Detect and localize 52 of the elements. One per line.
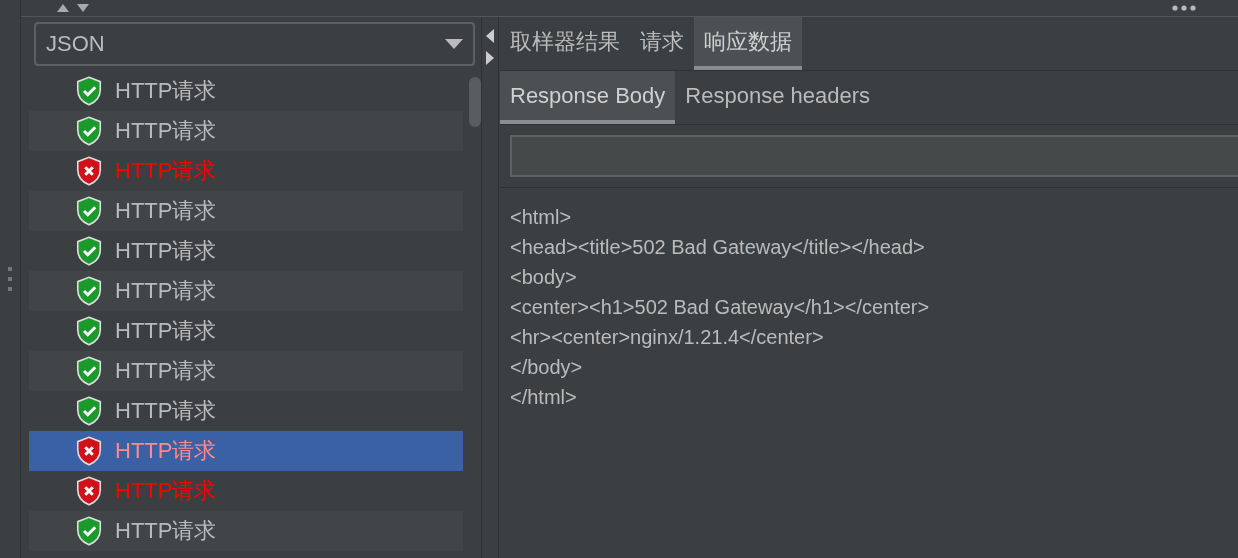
response-body: <html> <head><title>502 Bad Gateway</title></head> <body> <center><h1>502 Bad Gateway</h1></center> <hr><center>nginx/1.21.4</center> </body> </html>: [509, 205, 931, 410]
result-label: HTTP请求: [115, 517, 217, 545]
subtab[interactable]: Response headers: [675, 71, 880, 124]
result-label: HTTP请求: [115, 77, 217, 105]
shield-x-icon: [75, 156, 103, 186]
shield-check-icon: [75, 76, 103, 106]
result-label: HTTP请求: [115, 237, 217, 265]
arrow-left-icon[interactable]: [486, 29, 494, 43]
tab[interactable]: 取样器结果: [500, 17, 630, 70]
arrow-down-icon[interactable]: [77, 4, 89, 12]
result-label: HTTP请求: [115, 477, 217, 505]
result-row[interactable]: HTTP请求: [29, 471, 463, 511]
tab[interactable]: 请求: [630, 17, 694, 70]
arrow-up-icon[interactable]: [57, 4, 69, 12]
shield-check-icon: [75, 116, 103, 146]
result-label: HTTP请求: [115, 277, 217, 305]
grip-icon[interactable]: [8, 267, 12, 291]
result-label: HTTP请求: [115, 117, 217, 145]
shield-x-icon: [75, 436, 103, 466]
shield-check-icon: [75, 396, 103, 426]
result-row[interactable]: HTTP请求: [29, 151, 463, 191]
subtab[interactable]: Response Body: [500, 71, 676, 124]
shield-check-icon: [75, 316, 103, 346]
shield-x-icon: [75, 476, 103, 506]
shield-check-icon: [75, 356, 103, 386]
shield-check-icon: [75, 196, 103, 226]
search-field[interactable]: [510, 135, 1238, 177]
result-row[interactable]: HTTP请求: [29, 111, 463, 151]
renderer-dropdown[interactable]: JSON: [34, 22, 475, 66]
result-row[interactable]: HTTP请求: [29, 431, 463, 471]
result-row[interactable]: HTTP请求: [29, 391, 463, 431]
tab[interactable]: 响应数据: [694, 17, 802, 70]
result-label: HTTP请求: [115, 197, 217, 225]
arrow-right-icon[interactable]: [486, 51, 494, 65]
result-label: HTTP请求: [115, 437, 217, 465]
dropdown-caret-icon: [445, 39, 463, 49]
scrollbar-thumb[interactable]: [469, 77, 481, 127]
shield-check-icon: [75, 516, 103, 546]
shield-check-icon: [75, 236, 103, 266]
result-label: HTTP请求: [115, 397, 217, 425]
shield-check-icon: [75, 276, 103, 306]
result-row[interactable]: HTTP请求: [29, 311, 463, 351]
more-icon[interactable]: [1172, 5, 1196, 11]
result-row[interactable]: HTTP请求: [29, 231, 463, 271]
result-label: HTTP请求: [115, 317, 217, 345]
result-row[interactable]: HTTP请求: [29, 271, 463, 311]
result-label: HTTP请求: [115, 357, 217, 385]
result-label: HTTP请求: [115, 157, 217, 185]
result-row[interactable]: HTTP请求: [29, 511, 463, 551]
result-row[interactable]: HTTP请求: [29, 71, 463, 111]
result-row[interactable]: HTTP请求: [29, 191, 463, 231]
result-row[interactable]: HTTP请求: [29, 351, 463, 391]
